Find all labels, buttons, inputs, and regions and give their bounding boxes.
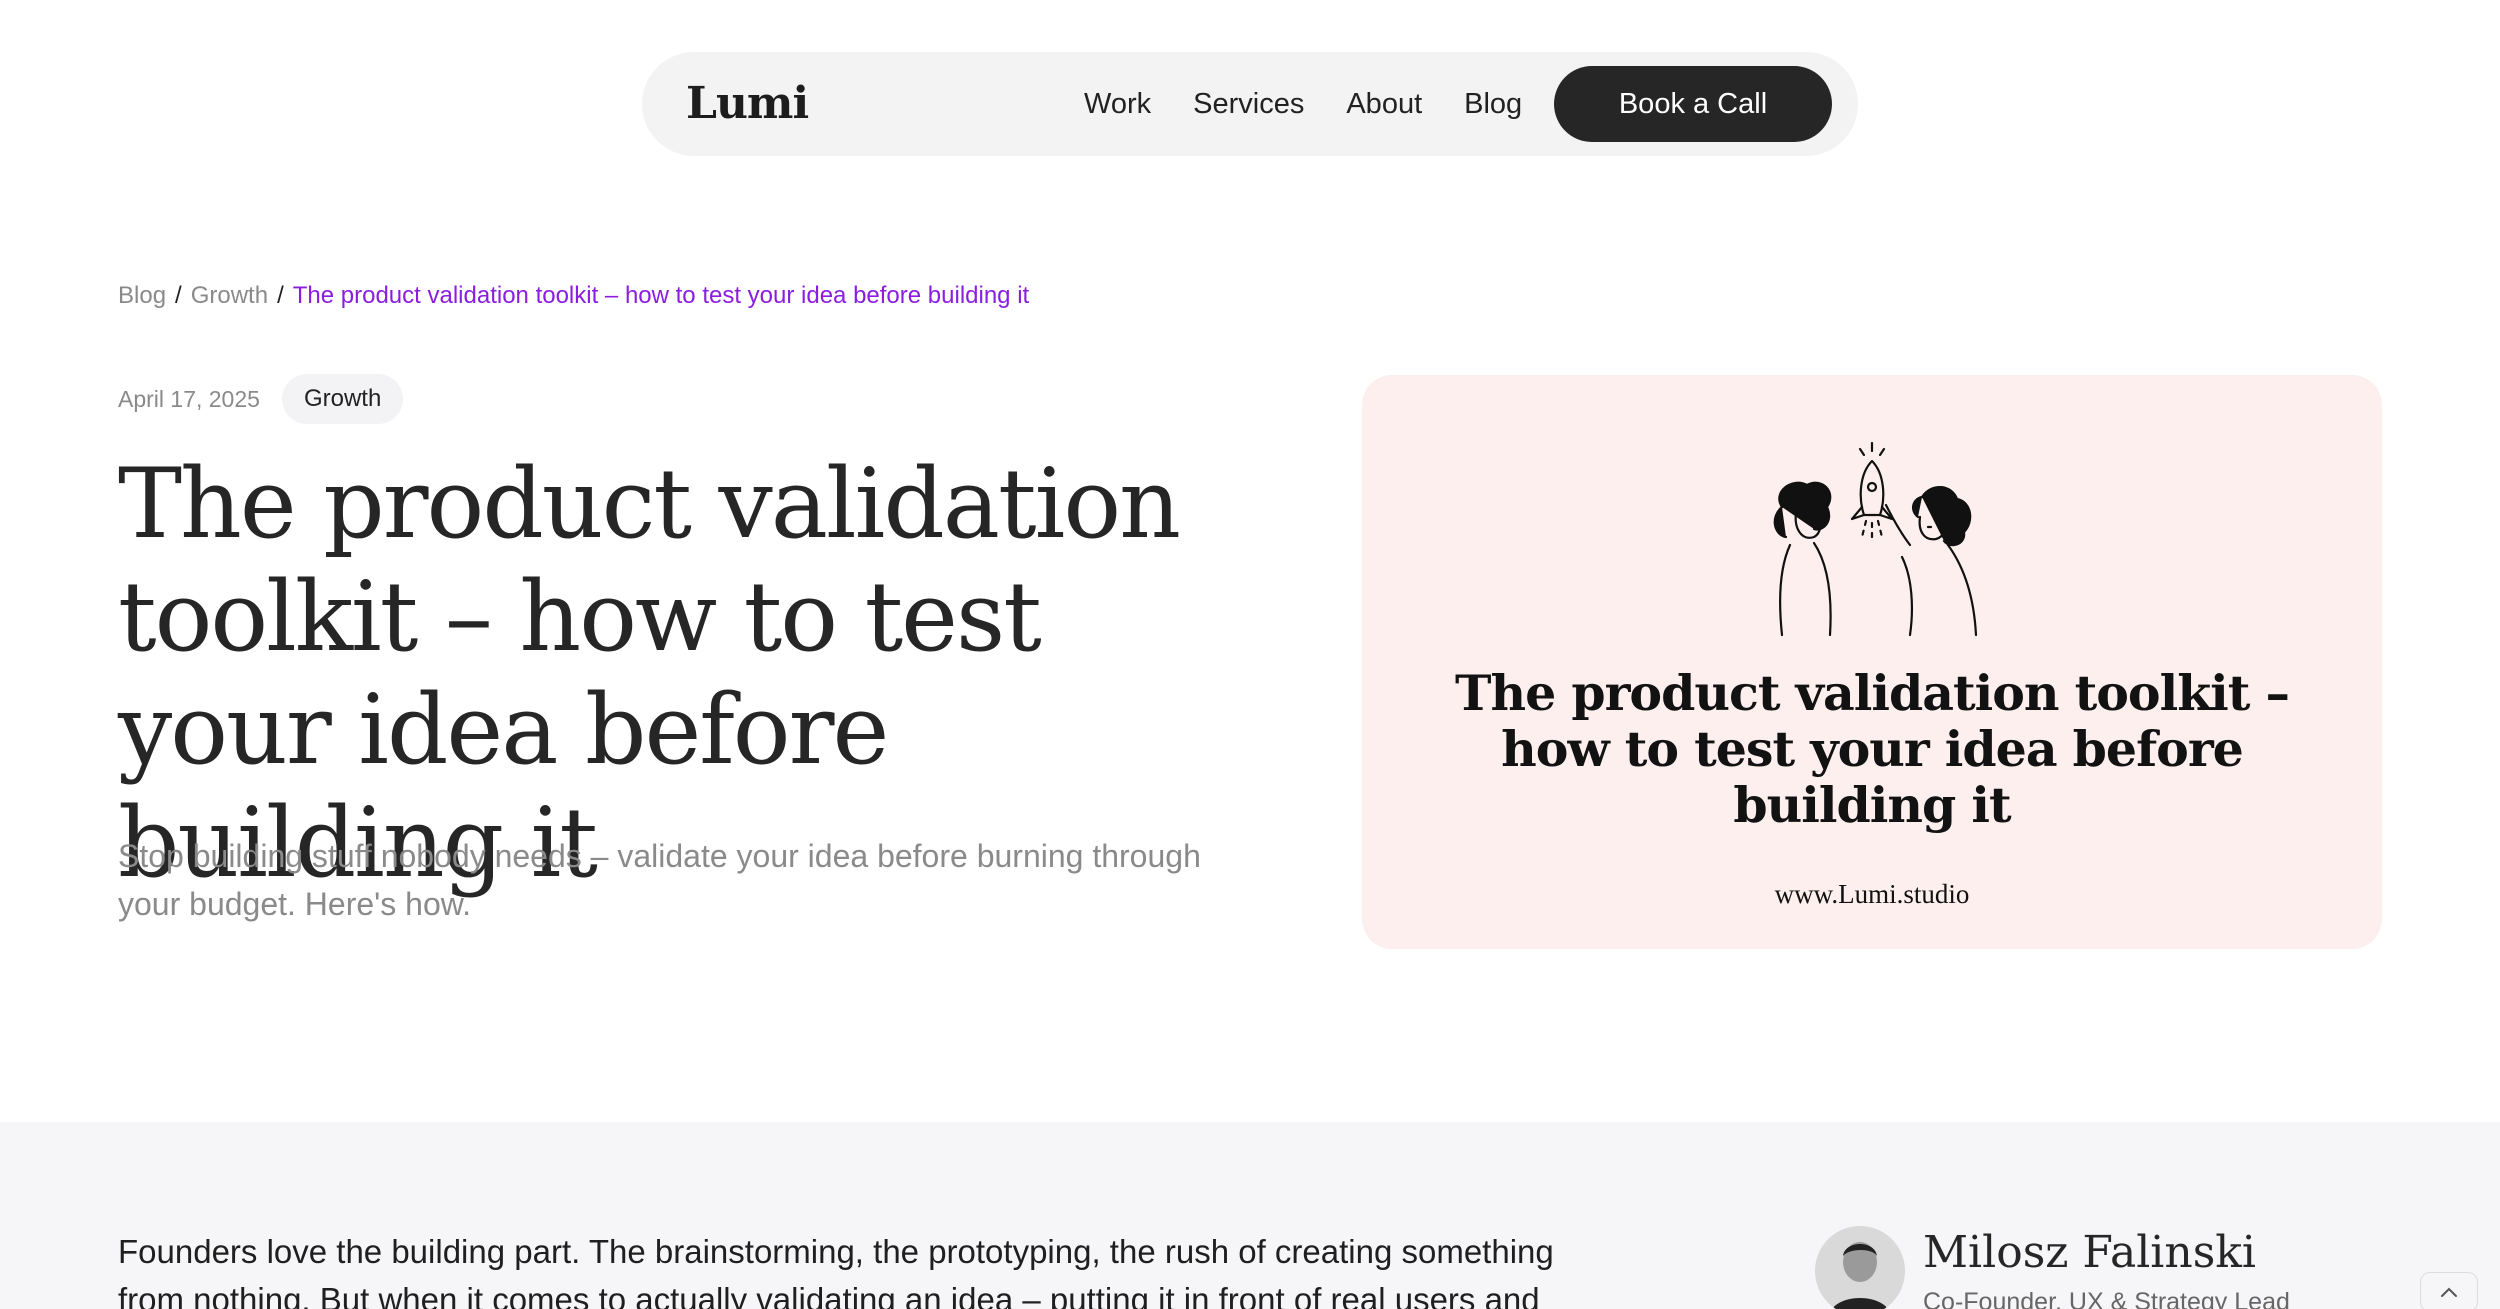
author-info: Milosz Falinski Co-Founder, UX & Strateg… — [1923, 1226, 2290, 1309]
article-meta: April 17, 2025 Growth — [118, 374, 404, 424]
top-navigation: Lumi Work Services About Blog Book a Cal… — [642, 52, 1858, 156]
nav-link-blog[interactable]: Blog — [1464, 88, 1522, 121]
author-role: Co-Founder, UX & Strategy Lead — [1923, 1288, 2290, 1309]
lumi-logo[interactable]: Lumi — [686, 78, 809, 129]
book-a-call-button[interactable]: Book a Call — [1554, 66, 1832, 142]
rocket-highfive-illustration-icon — [1773, 441, 1978, 637]
author-card: Milosz Falinski Co-Founder, UX & Strateg… — [1815, 1226, 2290, 1309]
breadcrumb-separator: / — [277, 282, 284, 309]
nav-link-services[interactable]: Services — [1193, 88, 1304, 121]
hero-image: The product validation toolkit – how to … — [1362, 375, 2382, 949]
breadcrumb-growth[interactable]: Growth — [191, 282, 268, 310]
breadcrumb: Blog / Growth / The product validation t… — [118, 282, 1029, 310]
article-body: Founders love the building part. The bra… — [0, 1122, 2500, 1309]
hero-title: The product validation toolkit – how to … — [1455, 664, 2290, 834]
chevron-up-icon — [2441, 1287, 2457, 1297]
author-photo-icon — [1815, 1226, 1905, 1309]
hero-url: www.Lumi.studio — [1774, 879, 1970, 909]
category-tag[interactable]: Growth — [281, 374, 404, 424]
breadcrumb-current: The product validation toolkit – how to … — [292, 282, 1030, 309]
article-subtitle: Stop building stuff nobody needs – valid… — [118, 838, 1201, 922]
breadcrumb-blog[interactable]: Blog — [118, 282, 166, 310]
author-name[interactable]: Milosz Falinski — [1923, 1228, 2290, 1278]
breadcrumb-separator: / — [175, 282, 182, 309]
nav-links: Work Services About Blog — [1084, 52, 1522, 156]
nav-link-work[interactable]: Work — [1084, 88, 1151, 121]
publish-date: April 17, 2025 — [118, 385, 260, 412]
article-intro: Founders love the building part. The bra… — [118, 1233, 1554, 1309]
scroll-to-top-button[interactable] — [2420, 1272, 2478, 1309]
avatar — [1815, 1226, 1905, 1309]
nav-link-about[interactable]: About — [1346, 88, 1422, 121]
